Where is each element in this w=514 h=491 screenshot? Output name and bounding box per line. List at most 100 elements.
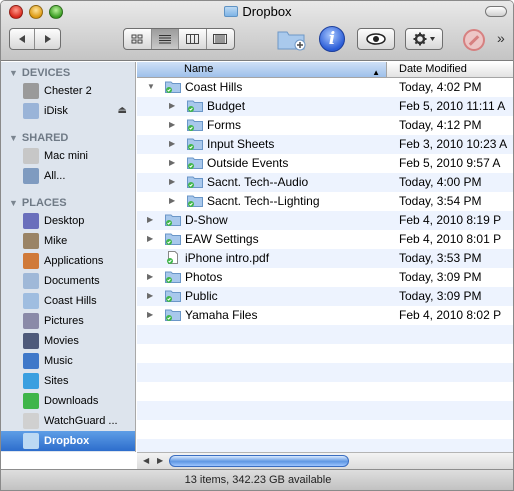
sidebar-heading-shared[interactable]: ▼ SHARED <box>9 132 68 144</box>
disclosure-triangle-icon[interactable]: ▶ <box>169 101 175 110</box>
view-mode-control <box>123 28 235 50</box>
sidebar-item-chester-2[interactable]: Chester 2 <box>1 81 135 101</box>
toolbar-overflow-button[interactable]: » <box>497 30 505 46</box>
file-name: Coast Hills <box>185 80 243 94</box>
date-modified: Today, 3:09 PM <box>399 289 482 303</box>
new-folder-button[interactable] <box>277 27 307 51</box>
date-modified: Feb 4, 2010 8:01 P <box>399 232 502 246</box>
synced-folder-icon <box>187 156 203 169</box>
cover-flow-icon <box>213 34 228 44</box>
forward-icon <box>44 35 51 43</box>
eject-icon[interactable]: ⏏ <box>118 105 127 116</box>
forward-button[interactable] <box>35 29 60 49</box>
empty-row <box>137 420 513 439</box>
date-modified: Today, 3:09 PM <box>399 270 482 284</box>
icon-view-button[interactable] <box>124 29 152 49</box>
list-row[interactable]: ▶ Photos Today, 3:09 PM <box>137 268 513 287</box>
date-modified: Today, 3:54 PM <box>399 194 482 208</box>
file-name: Sacnt. Tech--Lighting <box>207 194 320 208</box>
list-row[interactable]: ▶ Budget Feb 5, 2010 11:11 A <box>137 97 513 116</box>
list-row[interactable]: ▶ Input Sheets Feb 3, 2010 10:23 A <box>137 135 513 154</box>
desktop-icon <box>23 213 39 229</box>
scroll-right-icon[interactable]: ▶ <box>157 456 163 465</box>
list-row[interactable]: ▶ EAW Settings Feb 4, 2010 8:01 P <box>137 230 513 249</box>
scroll-left-icon[interactable]: ◀ <box>143 456 149 465</box>
synced-folder-icon <box>165 213 181 226</box>
disclosure-triangle-icon[interactable]: ▼ <box>9 198 18 208</box>
action-menu-button[interactable] <box>405 28 443 50</box>
dropbox-folder-icon <box>224 6 239 17</box>
disclosure-triangle-icon[interactable]: ▶ <box>147 272 153 281</box>
file-name: Outside Events <box>207 156 289 170</box>
disclosure-triangle-icon[interactable]: ▶ <box>169 120 175 129</box>
eye-icon <box>366 33 386 45</box>
date-modified: Feb 5, 2010 9:57 A <box>399 156 501 170</box>
list-row[interactable]: ▼ Coast Hills Today, 4:02 PM <box>137 78 513 97</box>
sidebar-item-documents[interactable]: Documents <box>1 271 135 291</box>
back-button[interactable] <box>10 29 36 49</box>
get-info-button[interactable]: i <box>319 26 345 52</box>
list-row[interactable]: ▶ Sacnt. Tech--Lighting Today, 3:54 PM <box>137 192 513 211</box>
disclosure-triangle-icon[interactable]: ▶ <box>147 291 153 300</box>
sidebar-item-all[interactable]: All... <box>1 166 135 186</box>
disclosure-triangle-icon[interactable]: ▶ <box>169 177 175 186</box>
disclosure-triangle-icon[interactable]: ▼ <box>9 133 18 143</box>
sites-icon <box>23 373 39 389</box>
disclosure-triangle-icon[interactable]: ▼ <box>147 82 155 91</box>
disclosure-triangle-icon[interactable]: ▶ <box>147 310 153 319</box>
status-bar: 13 items, 342.23 GB available <box>1 469 513 490</box>
sidebar-item-label: Pictures <box>44 315 84 327</box>
sidebar-item-pictures[interactable]: Pictures <box>1 311 135 331</box>
date-modified-column-header[interactable]: Date Modified <box>399 62 467 77</box>
scroll-thumb[interactable] <box>169 455 349 467</box>
back-icon <box>19 35 25 43</box>
sidebar-item-dropbox[interactable]: Dropbox <box>1 431 135 451</box>
disclosure-triangle-icon[interactable]: ▼ <box>9 68 18 78</box>
list-row[interactable]: ▶ Yamaha Files Feb 4, 2010 8:02 P <box>137 306 513 325</box>
sidebar: ▼ DEVICES Chester 2 iDisk ⏏ ▼ SHARED Mac mini Al… <box>1 62 136 452</box>
list-row[interactable]: ▶ Forms Today, 4:12 PM <box>137 116 513 135</box>
sidebar-item-mac-mini[interactable]: Mac mini <box>1 146 135 166</box>
sidebar-item-applications[interactable]: Applications <box>1 251 135 271</box>
file-list: ▼ Coast Hills Today, 4:02 PM ▶ Budget Feb 5, … <box>137 78 513 452</box>
disclosure-triangle-icon[interactable]: ▶ <box>169 139 175 148</box>
list-row[interactable]: ▶ Outside Events Feb 5, 2010 9:57 A <box>137 154 513 173</box>
cover-flow-button[interactable] <box>207 29 234 49</box>
sidebar-item-movies[interactable]: Movies <box>1 331 135 351</box>
sidebar-item-music[interactable]: Music <box>1 351 135 371</box>
list-row[interactable]: ▶ Sacnt. Tech--Audio Today, 4:00 PM <box>137 173 513 192</box>
sidebar-item-watchguard[interactable]: WatchGuard ... <box>1 411 135 431</box>
sidebar-item-label: Applications <box>44 255 104 267</box>
name-column-header[interactable]: Name ▲ <box>137 62 387 77</box>
quick-look-button[interactable] <box>357 28 395 50</box>
status-text: 13 items, 342.23 GB available <box>184 474 332 486</box>
date-modified: Today, 4:02 PM <box>399 80 482 94</box>
disclosure-triangle-icon[interactable]: ▶ <box>169 158 175 167</box>
file-name: iPhone intro.pdf <box>185 251 270 265</box>
list-row[interactable]: ▶ Public Today, 3:09 PM <box>137 287 513 306</box>
sidebar-item-idisk[interactable]: iDisk ⏏ <box>1 101 135 121</box>
disclosure-triangle-icon[interactable]: ▶ <box>147 234 153 243</box>
sidebar-item-downloads[interactable]: Downloads <box>1 391 135 411</box>
sidebar-item-mike[interactable]: Mike <box>1 231 135 251</box>
sidebar-heading-places[interactable]: ▼ PLACES <box>9 197 67 209</box>
sidebar-item-sites[interactable]: Sites <box>1 371 135 391</box>
gear-icon <box>413 32 435 46</box>
column-view-button[interactable] <box>179 29 207 49</box>
list-view-button[interactable] <box>151 29 179 49</box>
sidebar-heading-devices[interactable]: ▼ DEVICES <box>9 67 70 79</box>
file-name: Input Sheets <box>207 137 275 151</box>
list-row[interactable]: ▶ D-Show Feb 4, 2010 8:19 P <box>137 211 513 230</box>
sidebar-item-desktop[interactable]: Desktop <box>1 211 135 231</box>
titlebar: Dropbox i » <box>1 1 513 61</box>
empty-row <box>137 439 513 452</box>
sidebar-item-coast-hills[interactable]: Coast Hills <box>1 291 135 311</box>
date-modified: Feb 3, 2010 10:23 A <box>399 137 508 151</box>
disclosure-triangle-icon[interactable]: ▶ <box>169 196 175 205</box>
sidebar-item-label: Coast Hills <box>44 295 97 307</box>
synced-folder-icon <box>165 270 181 283</box>
list-row[interactable]: iPhone intro.pdf Today, 3:53 PM <box>137 249 513 268</box>
disclosure-triangle-icon[interactable]: ▶ <box>147 215 153 224</box>
file-name: Photos <box>185 270 223 284</box>
horizontal-scrollbar[interactable]: ◀ ▶ <box>137 452 513 469</box>
